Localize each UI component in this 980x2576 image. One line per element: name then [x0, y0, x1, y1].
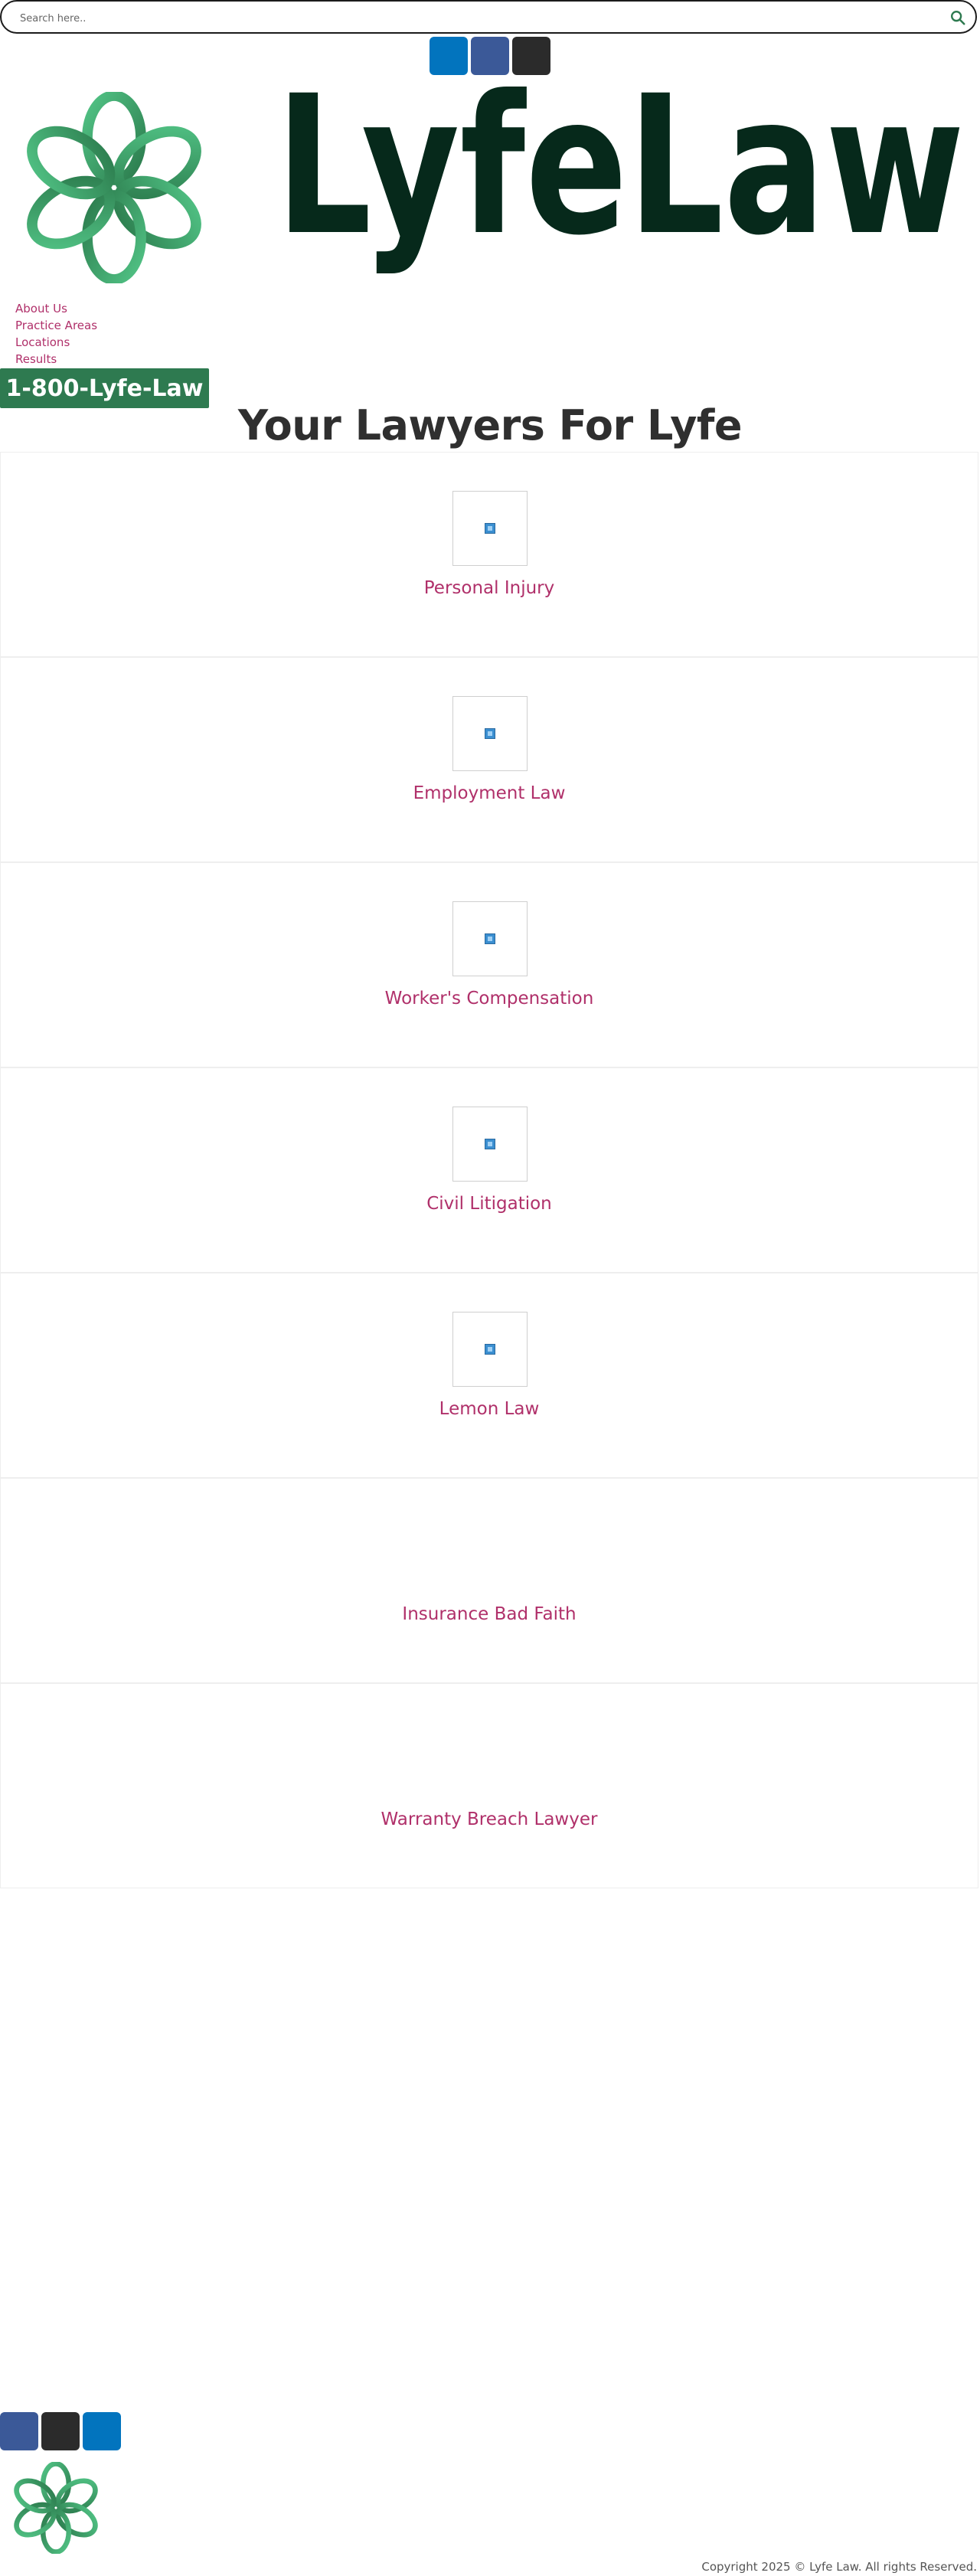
broken-image-icon[interactable] — [452, 1107, 528, 1182]
practice-card-civil-litigation[interactable]: Civil Litigation — [0, 1067, 978, 1273]
search-input[interactable] — [18, 8, 925, 29]
search-icon[interactable] — [949, 9, 966, 26]
instagram-icon[interactable] — [512, 37, 550, 75]
footer-logo-flower-icon[interactable] — [6, 2462, 106, 2554]
practice-card-lemon-law[interactable]: Lemon Law — [0, 1273, 978, 1478]
linkedin-icon[interactable] — [430, 37, 468, 75]
practice-card-warranty-breach[interactable]: Warranty Breach Lawyer — [0, 1683, 978, 1888]
search-bar — [0, 0, 977, 34]
page-title: Your Lawyers For Lyfe — [237, 401, 743, 449]
practice-card-label[interactable]: Insurance Bad Faith — [1, 1604, 978, 1624]
practice-card-label[interactable]: Worker's Compensation — [1, 989, 978, 1008]
broken-image-icon[interactable] — [452, 901, 528, 976]
practice-card-employment-law[interactable]: Employment Law — [0, 657, 978, 862]
linkedin-icon[interactable] — [83, 2412, 121, 2450]
nav-about-us[interactable]: About Us — [15, 300, 97, 317]
facebook-icon[interactable] — [471, 37, 509, 75]
social-links-top — [430, 37, 550, 75]
svg-text:LyfeLaw: LyfeLaw — [276, 83, 965, 277]
practice-card-workers-compensation[interactable]: Worker's Compensation — [0, 862, 978, 1067]
nav-results[interactable]: Results — [15, 351, 97, 368]
practice-card-label[interactable]: Employment Law — [1, 783, 978, 803]
practice-card-personal-injury[interactable]: Personal Injury — [0, 452, 978, 657]
broken-image-icon[interactable] — [452, 1312, 528, 1387]
practice-card-insurance-bad-faith[interactable]: Insurance Bad Faith — [0, 1478, 978, 1683]
broken-image-icon[interactable] — [452, 696, 528, 771]
nav-practice-areas[interactable]: Practice Areas — [15, 317, 97, 334]
instagram-icon[interactable] — [41, 2412, 80, 2450]
facebook-icon[interactable] — [0, 2412, 38, 2450]
practice-card-label[interactable]: Civil Litigation — [1, 1194, 978, 1214]
copyright-text: Copyright 2025 © Lyfe Law. All rights Re… — [701, 2560, 977, 2574]
practice-card-label[interactable]: Lemon Law — [1, 1399, 978, 1419]
broken-image-icon[interactable] — [452, 491, 528, 566]
practice-card-label[interactable]: Warranty Breach Lawyer — [1, 1809, 978, 1829]
logo-wordmark[interactable]: LyfeLaw — [276, 83, 969, 289]
main-nav: About Us Practice Areas Locations Result… — [15, 300, 97, 368]
practice-areas-list: Personal Injury Employment Law Worker's … — [0, 452, 980, 1888]
nav-locations[interactable]: Locations — [15, 334, 97, 351]
logo-flower-icon[interactable] — [11, 92, 217, 283]
social-links-bottom — [0, 2412, 121, 2450]
practice-card-label[interactable]: Personal Injury — [1, 578, 978, 598]
